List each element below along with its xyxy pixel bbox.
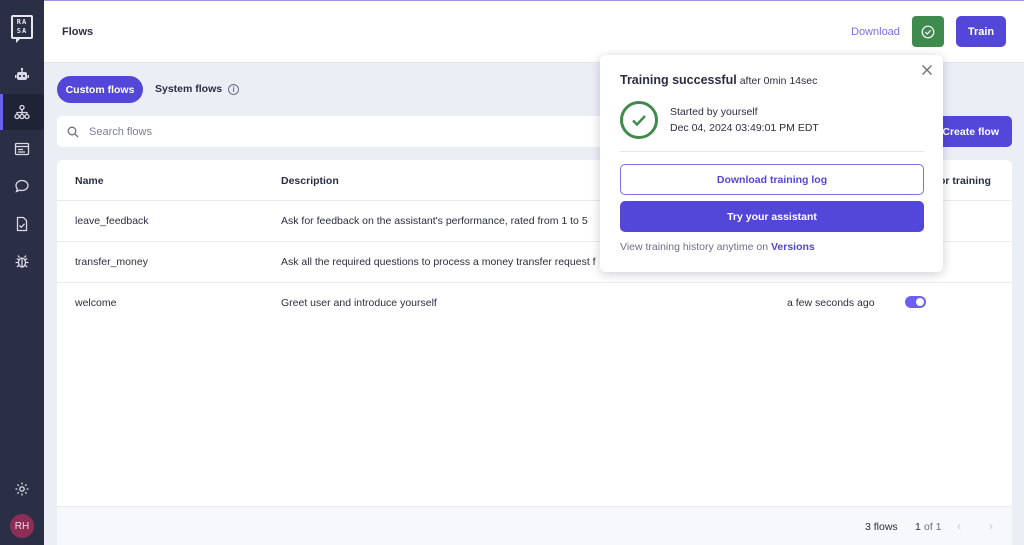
started-by: Started by yourself <box>670 106 758 118</box>
sidebar-item-responses[interactable] <box>0 131 44 167</box>
divider <box>620 151 924 152</box>
next-page-button[interactable]: › <box>989 519 993 533</box>
flow-description: Ask all the required questions to proces… <box>281 256 596 268</box>
search-bar <box>57 116 617 147</box>
training-duration: after 0min 14sec <box>739 75 818 87</box>
table-row[interactable]: welcome Greet user and introduce yoursel… <box>57 282 1012 323</box>
document-check-icon <box>16 216 28 232</box>
page-total: of 1 <box>924 521 942 533</box>
tab-custom-flows[interactable]: Custom flows <box>57 76 143 103</box>
flow-name[interactable]: leave_feedback <box>75 215 149 227</box>
flow-count: 3 flows <box>865 521 898 533</box>
sidebar-item-assistant[interactable] <box>0 57 44 93</box>
prev-page-button[interactable]: ‹ <box>957 519 961 533</box>
training-history-note: View training history anytime on Version… <box>620 241 815 253</box>
sidebar-item-settings[interactable] <box>0 471 44 507</box>
started-at: Dec 04, 2024 03:49:01 PM EDT <box>670 122 819 134</box>
flow-name[interactable]: transfer_money <box>75 256 148 268</box>
download-link[interactable]: Download <box>851 26 900 38</box>
column-header-training[interactable]: or training <box>939 175 991 187</box>
robot-icon <box>15 67 29 80</box>
table-footer: 3 flows 1 of 1 ‹ › <box>57 506 1012 545</box>
flow-hierarchy-icon <box>14 104 30 120</box>
download-training-log-button[interactable]: Download training log <box>620 164 924 195</box>
avatar-initials: RH <box>14 520 30 532</box>
rasa-logo[interactable]: RA SA <box>11 15 33 43</box>
tab-system-flows[interactable]: System flows i <box>155 83 240 95</box>
top-bar: Flows Download Train <box>44 0 1024 63</box>
create-flow-button[interactable]: Create flow <box>932 116 1012 147</box>
current-page: 1 <box>915 521 921 533</box>
history-text: View training history anytime on <box>620 241 769 253</box>
gear-icon <box>15 482 29 496</box>
flow-enabled-toggle[interactable] <box>905 296 926 308</box>
sidebar-item-validation[interactable] <box>0 206 44 242</box>
train-button[interactable]: Train <box>956 16 1006 47</box>
search-icon <box>67 126 79 137</box>
training-status-button[interactable] <box>912 16 944 47</box>
versions-link[interactable]: Versions <box>771 241 815 253</box>
sidebar: RA SA RH <box>0 0 44 545</box>
popup-title: Training successful after 0min 14sec <box>620 73 817 87</box>
sidebar-item-conversations[interactable] <box>0 168 44 204</box>
avatar[interactable]: RH <box>10 514 34 538</box>
column-header-description[interactable]: Description <box>281 175 339 187</box>
flow-description: Ask for feedback on the assistant's perf… <box>281 215 588 227</box>
close-icon[interactable] <box>920 63 934 77</box>
check-circle-icon <box>921 25 935 38</box>
try-assistant-button[interactable]: Try your assistant <box>620 201 924 232</box>
tab-system-flows-label: System flows <box>155 83 223 95</box>
column-header-name[interactable]: Name <box>75 175 104 187</box>
sidebar-item-debug[interactable] <box>0 243 44 279</box>
flow-last-modified: a few seconds ago <box>787 297 875 309</box>
info-icon[interactable]: i <box>228 83 240 95</box>
browser-window-icon <box>14 142 30 156</box>
search-input[interactable] <box>89 125 489 138</box>
sidebar-item-flows[interactable] <box>0 94 44 130</box>
flow-name[interactable]: welcome <box>75 297 116 309</box>
page-title: Flows <box>62 26 94 38</box>
success-check-icon <box>620 101 658 139</box>
popup-title-text: Training successful <box>620 73 737 87</box>
bug-icon <box>15 255 29 268</box>
chat-bubble-icon <box>15 179 29 193</box>
training-result-popup: Training successful after 0min 14sec Star… <box>600 55 943 272</box>
flow-description: Greet user and introduce yourself <box>281 297 437 309</box>
